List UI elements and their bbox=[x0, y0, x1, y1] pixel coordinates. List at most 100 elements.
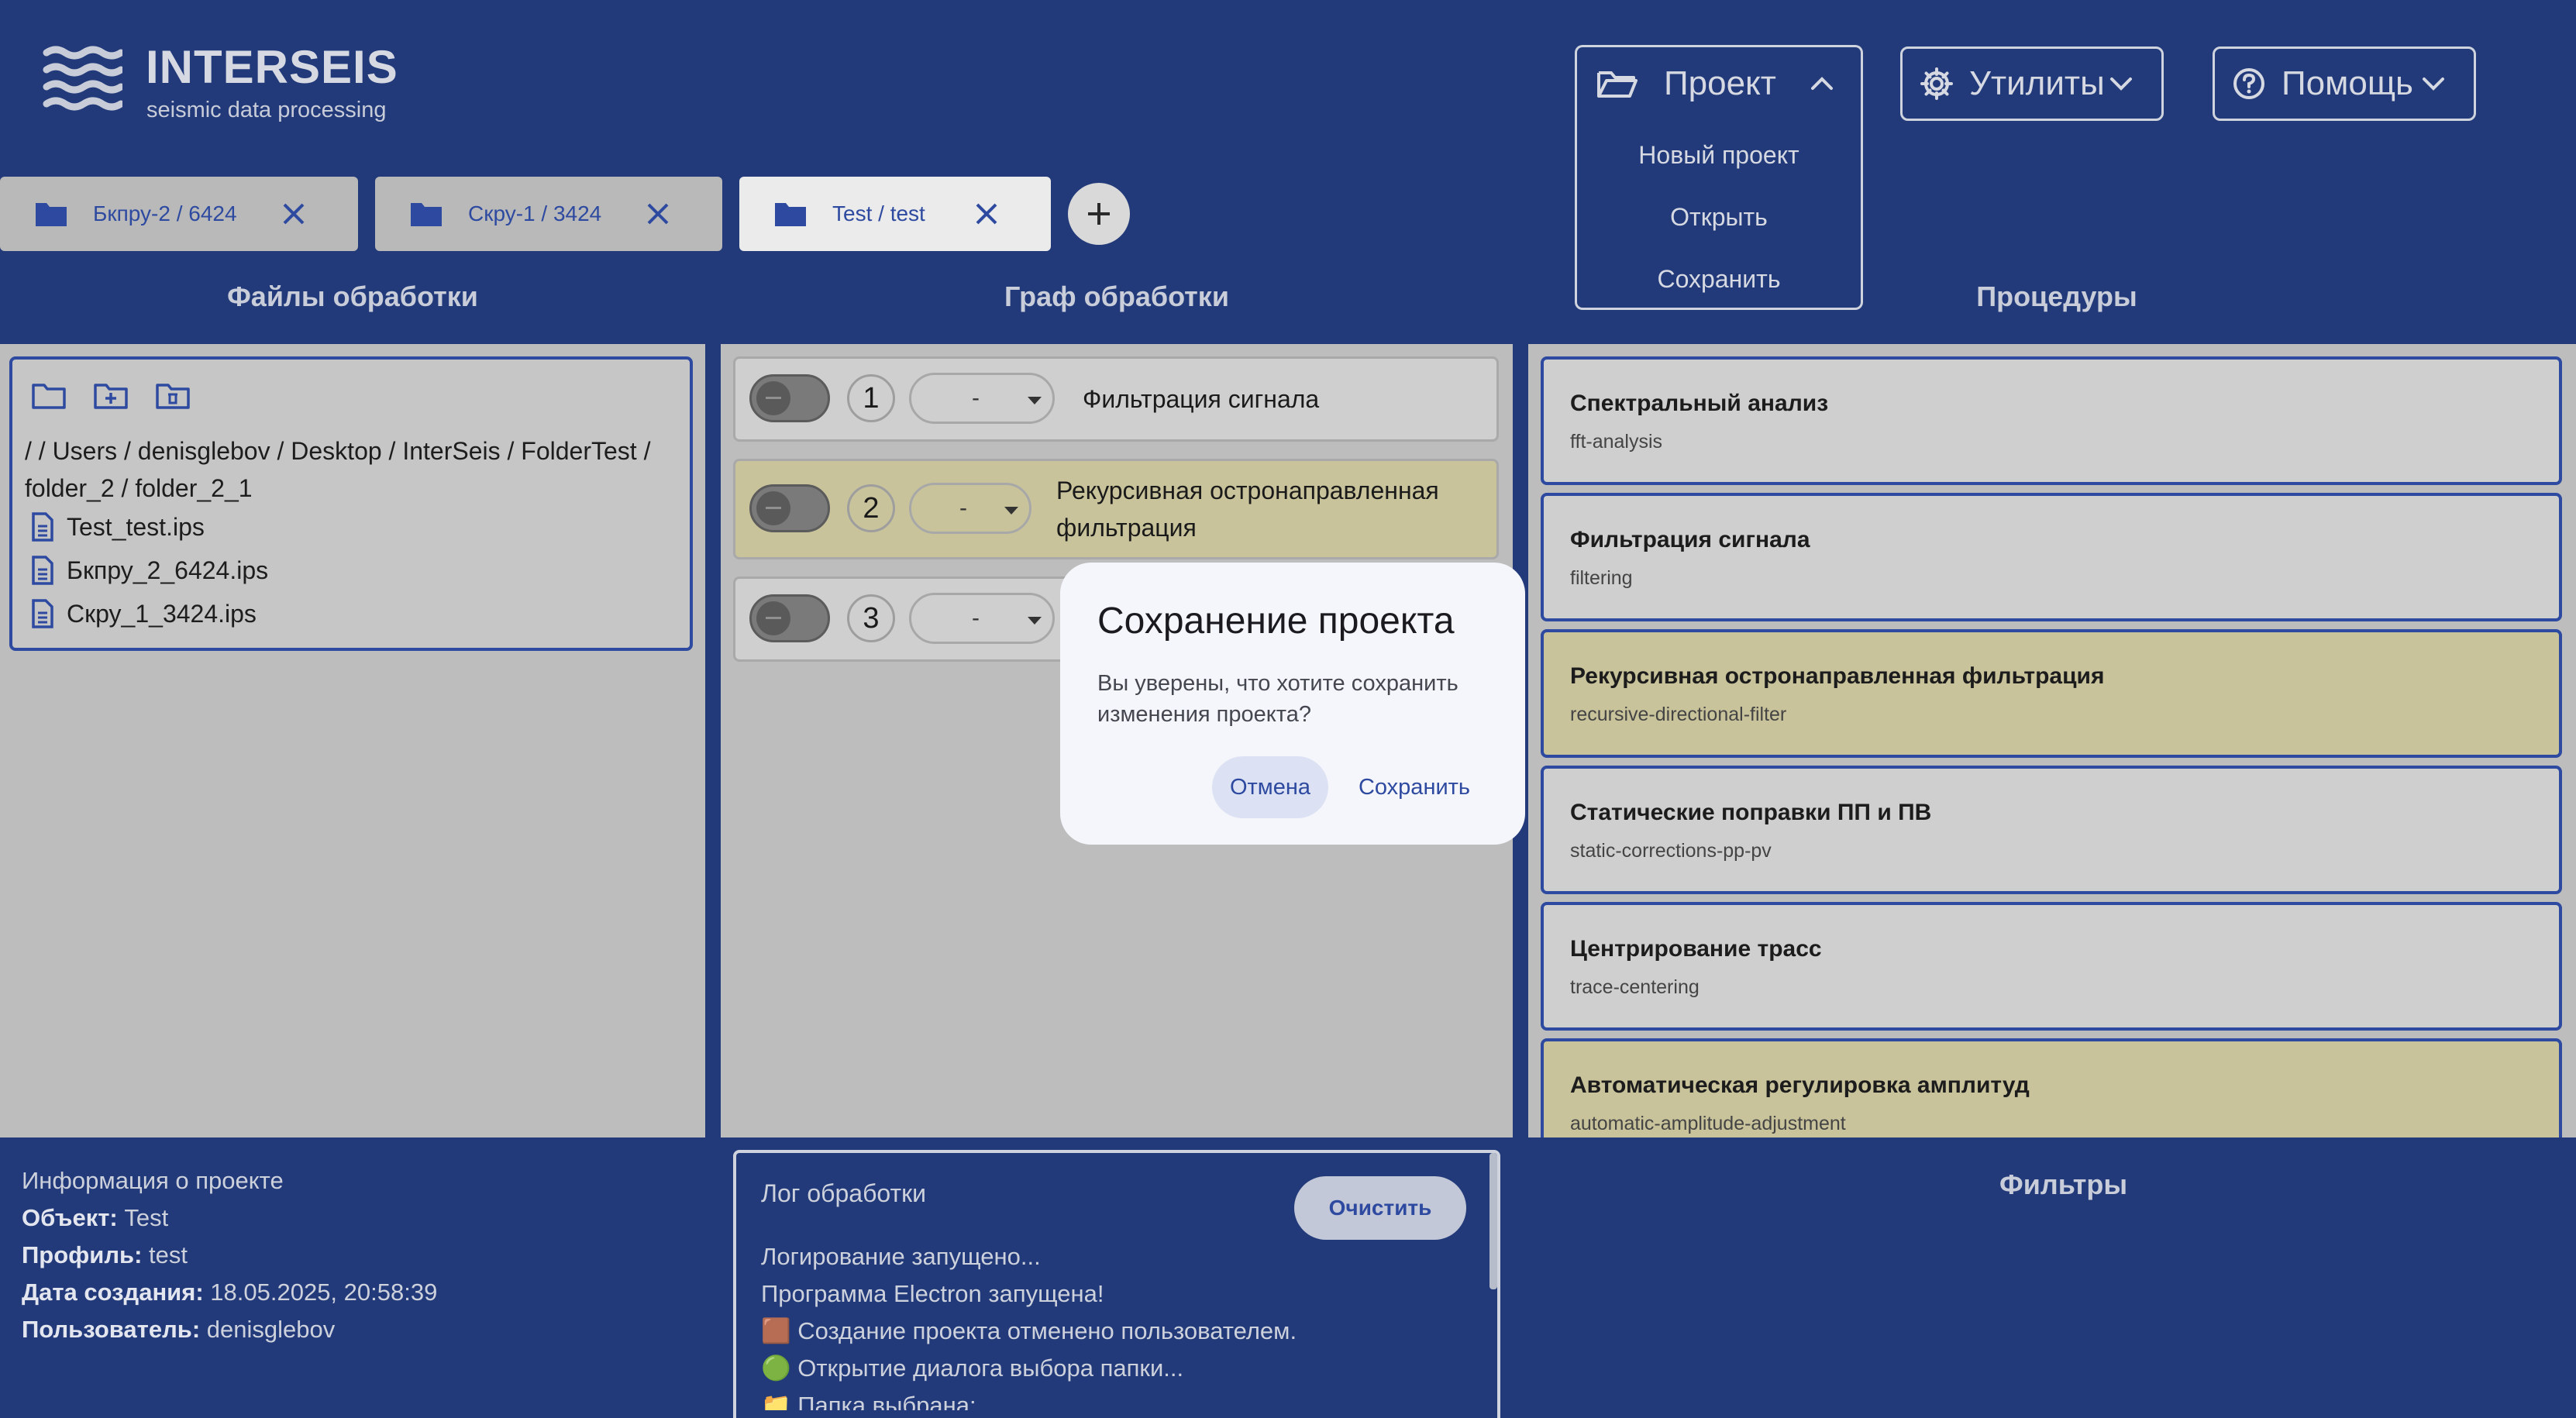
save-button[interactable]: Сохранить bbox=[1342, 756, 1486, 818]
folder-add-icon[interactable] bbox=[93, 381, 129, 411]
info-user: Пользователь: denisglebov bbox=[22, 1316, 336, 1343]
info-object: Объект: Test bbox=[22, 1204, 169, 1231]
caret-down-icon bbox=[1028, 397, 1042, 404]
plus-icon bbox=[1088, 203, 1110, 225]
menu-item-open[interactable]: Открыть bbox=[1577, 186, 1861, 248]
info-profile: Профиль: test bbox=[22, 1241, 188, 1268]
procedure-id: recursive-directional-filter bbox=[1570, 704, 1787, 725]
node-select-value: - bbox=[972, 605, 980, 631]
procedure-title: Фильтрация сигнала bbox=[1570, 527, 1810, 552]
project-menu-button[interactable]: Проект bbox=[1575, 45, 1863, 119]
folder-open-icon bbox=[1597, 71, 1638, 98]
filters-section-title: Фильтры bbox=[1999, 1168, 2128, 1200]
file-name: Бкпру_2_6424.ips bbox=[67, 556, 269, 584]
gear-icon bbox=[1920, 67, 1953, 100]
project-tab-active[interactable]: Test / test bbox=[739, 177, 1051, 251]
log-line: Программа Electron запущена! bbox=[761, 1280, 1104, 1307]
procedure-id: filtering bbox=[1570, 567, 1633, 589]
add-tab-button[interactable] bbox=[1068, 183, 1130, 245]
caret-down-icon bbox=[1028, 617, 1042, 625]
graph-section-title: Граф обработки bbox=[1004, 281, 1229, 312]
file-name: Скру_1_3424.ips bbox=[67, 599, 257, 628]
procedure-id: static-corrections-pp-pv bbox=[1570, 840, 1772, 862]
folder-icon bbox=[36, 203, 67, 226]
node-toggle[interactable] bbox=[749, 484, 830, 532]
log-line: 🟢 Открытие диалога выбора папки... bbox=[761, 1354, 1184, 1382]
close-icon[interactable] bbox=[282, 202, 305, 225]
node-select[interactable]: - bbox=[909, 373, 1055, 424]
project-menu-label: Проект bbox=[1664, 64, 1776, 102]
log-line: 🟫 Создание проекта отменено пользователе… bbox=[761, 1317, 1297, 1344]
graph-node[interactable]: 1 - Фильтрация сигнала bbox=[733, 356, 1499, 442]
file-item[interactable]: Бкпру_2_6424.ips bbox=[31, 549, 268, 592]
utils-menu-label: Утилиты bbox=[1969, 64, 2105, 102]
chevron-down-icon bbox=[2423, 77, 2444, 91]
procedure-card[interactable]: Центрирование трасс trace-centering bbox=[1541, 902, 2562, 1031]
project-info: Информация о проекте Объект: Test Профил… bbox=[22, 1162, 437, 1348]
node-select[interactable]: - bbox=[909, 593, 1055, 644]
app-subtitle: seismic data processing bbox=[146, 98, 387, 122]
logo-waves-icon bbox=[43, 46, 122, 111]
procedure-card[interactable]: Автоматическая регулировка амплитуд auto… bbox=[1541, 1038, 2562, 1137]
tab-label: Скру-1 / 3424 bbox=[468, 201, 602, 225]
close-icon[interactable] bbox=[975, 202, 998, 225]
document-icon bbox=[32, 556, 53, 585]
folder-icon bbox=[775, 203, 806, 226]
node-title: Фильтрация сигнала bbox=[1083, 385, 1320, 413]
document-icon bbox=[32, 512, 53, 542]
procedure-title: Центрирование трасс bbox=[1570, 936, 1822, 962]
tab-label: Бкпру-2 / 6424 bbox=[93, 201, 237, 225]
folder-icon bbox=[411, 203, 442, 226]
help-menu-label: Помощь bbox=[2282, 64, 2413, 102]
utils-menu-button[interactable]: Утилиты bbox=[1900, 46, 2164, 121]
project-tab[interactable]: Бкпру-2 / 6424 bbox=[0, 177, 358, 251]
log-title: Лог обработки bbox=[761, 1179, 927, 1207]
caret-down-icon bbox=[1004, 507, 1018, 515]
chevron-down-icon bbox=[2110, 77, 2132, 91]
file-item[interactable]: Test_test.ips bbox=[31, 505, 205, 549]
help-menu-button[interactable]: Помощь bbox=[2213, 46, 2476, 121]
node-select[interactable]: - bbox=[909, 483, 1031, 534]
procedure-card[interactable]: Статические поправки ПП и ПВ static-corr… bbox=[1541, 766, 2562, 894]
procedure-card[interactable]: Спектральный анализ fft-analysis bbox=[1541, 356, 2562, 485]
chevron-up-icon bbox=[1811, 76, 1833, 90]
log-lines: Логирование запущено... Программа Electr… bbox=[761, 1238, 1458, 1410]
procedure-title: Автоматическая регулировка амплитуд bbox=[1570, 1072, 2030, 1098]
procedures-section-title: Процедуры bbox=[1976, 281, 2137, 312]
log-line: Логирование запущено... bbox=[761, 1243, 1041, 1270]
procedure-title: Статические поправки ПП и ПВ bbox=[1570, 800, 1932, 825]
procedure-card[interactable]: Фильтрация сигнала filtering bbox=[1541, 493, 2562, 621]
procedure-title: Спектральный анализ bbox=[1570, 391, 1829, 416]
node-number: 1 bbox=[847, 374, 895, 422]
node-number: 3 bbox=[847, 594, 895, 642]
project-info-heading: Информация о проекте bbox=[22, 1167, 284, 1194]
file-item[interactable]: Скру_1_3424.ips bbox=[31, 592, 257, 635]
folder-delete-icon[interactable] bbox=[155, 381, 191, 411]
file-toolbar bbox=[31, 381, 191, 411]
node-toggle[interactable] bbox=[749, 594, 830, 642]
node-select-value: - bbox=[972, 385, 980, 411]
node-toggle[interactable] bbox=[749, 374, 830, 422]
log-scrollbar[interactable] bbox=[1489, 1153, 1497, 1289]
node-title: Рекурсивная остронаправленная фильтрация bbox=[1056, 477, 1439, 542]
files-section-title: Файлы обработки bbox=[227, 281, 478, 312]
document-icon bbox=[32, 599, 53, 628]
current-path: / / Users / denisglebov / Desktop / Inte… bbox=[25, 437, 651, 502]
file-name: Test_test.ips bbox=[67, 512, 205, 541]
dialog-message: Вы уверены, что хотите сохранить изменен… bbox=[1097, 671, 1458, 727]
node-number: 2 bbox=[847, 484, 895, 532]
graph-node[interactable]: 2 - Рекурсивная остронаправленная фильтр… bbox=[733, 459, 1499, 559]
procedure-card[interactable]: Рекурсивная остронаправленная фильтрация… bbox=[1541, 629, 2562, 758]
project-tab[interactable]: Скру-1 / 3424 bbox=[375, 177, 722, 251]
close-icon[interactable] bbox=[646, 202, 670, 225]
folder-outline-icon[interactable] bbox=[31, 381, 67, 411]
clear-log-button[interactable]: Очистить bbox=[1294, 1176, 1466, 1240]
log-line: 📁 Папка выбрана: bbox=[761, 1392, 976, 1410]
tab-label: Test / test bbox=[832, 201, 925, 225]
menu-item-new-project[interactable]: Новый проект bbox=[1577, 124, 1861, 186]
procedure-id: fft-analysis bbox=[1570, 431, 1663, 453]
cancel-button[interactable]: Отмена bbox=[1212, 756, 1328, 818]
info-created: Дата создания: 18.05.2025, 20:58:39 bbox=[22, 1279, 438, 1306]
help-circle-icon bbox=[2233, 68, 2264, 99]
procedure-title: Рекурсивная остронаправленная фильтрация bbox=[1570, 663, 2105, 689]
